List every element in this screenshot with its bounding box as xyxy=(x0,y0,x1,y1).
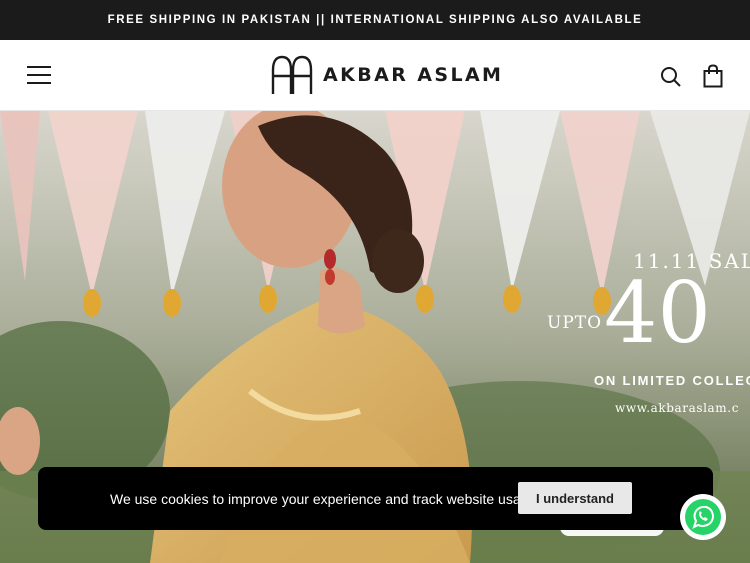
shopping-bag-icon[interactable] xyxy=(703,64,723,88)
site-header: AKBAR ASLAM xyxy=(0,40,750,111)
logo-monogram-icon xyxy=(271,55,313,94)
whatsapp-button[interactable] xyxy=(680,494,726,540)
limited-collection-text: ON LIMITED COLLEC xyxy=(594,373,750,388)
announcement-bar: FREE SHIPPING IN PAKISTAN || INTERNATION… xyxy=(0,0,750,40)
logo-text: AKBAR ASLAM xyxy=(323,64,504,86)
discount-number: 40 xyxy=(604,264,711,362)
site-logo[interactable]: AKBAR ASLAM xyxy=(269,54,503,96)
announcement-text: FREE SHIPPING IN PAKISTAN || INTERNATION… xyxy=(107,14,643,26)
cookie-banner: We use cookies to improve your experienc… xyxy=(38,467,713,530)
cookie-message: We use cookies to improve your experienc… xyxy=(110,491,541,507)
accept-cookies-button[interactable]: I understand xyxy=(518,482,632,514)
whatsapp-icon xyxy=(685,499,721,535)
upto-label: UPTO xyxy=(547,313,603,333)
website-url-text: www.akbaraslam.c xyxy=(615,401,740,415)
menu-icon[interactable] xyxy=(27,66,51,84)
search-icon[interactable] xyxy=(660,66,682,88)
